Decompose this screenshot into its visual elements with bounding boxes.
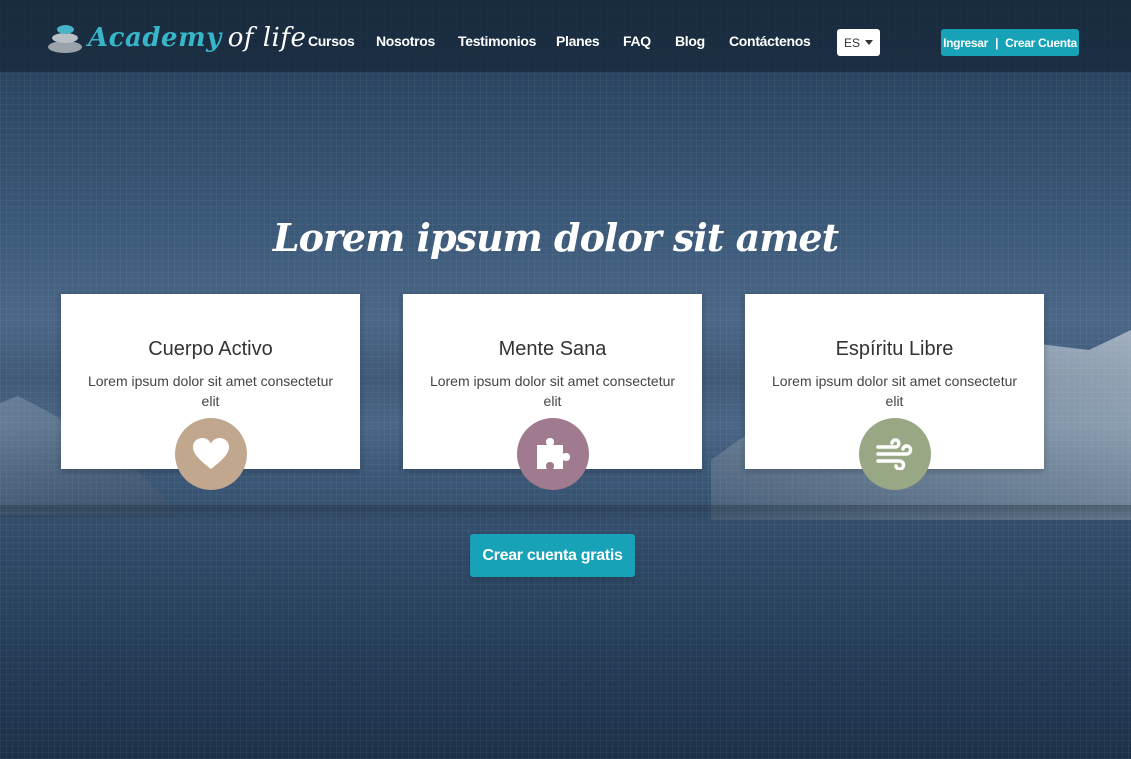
hero-title: Lorem ipsum dolor sit amet [272,215,839,261]
logo-text: Academy of life [88,23,306,53]
signup-link[interactable]: Crear Cuenta [1005,36,1077,50]
login-link[interactable]: Ingresar [943,36,988,50]
create-free-account-button[interactable]: Crear cuenta gratis [470,534,635,577]
puzzle-icon [517,418,589,490]
language-dropdown[interactable]: ES [837,29,880,56]
navbar: Academy of life Cursos Nosotros Testimoni… [0,0,1131,72]
nav-link-cursos[interactable]: Cursos [308,33,355,49]
stones-logo-icon [46,21,84,55]
auth-separator: | [995,35,999,50]
wind-icon [859,418,931,490]
logo-primary-text: Academy [88,23,222,53]
card-title: Mente Sana [498,338,607,360]
auth-button-group: Ingresar | Crear Cuenta [941,29,1079,56]
card-text: Lorem ipsum dolor sit amet consectetur e… [87,373,334,409]
nav-link-faq[interactable]: FAQ [623,33,651,49]
card-text: Lorem ipsum dolor sit amet consectetur e… [429,373,676,409]
logo-secondary-text: of life [227,23,307,53]
caret-down-icon [865,40,873,45]
logo[interactable]: Academy of life [46,20,306,56]
heart-icon [175,418,247,490]
nav-link-contactenos[interactable]: Contáctenos [729,33,811,49]
card-text: Lorem ipsum dolor sit amet consectetur e… [771,373,1018,409]
nav-link-planes[interactable]: Planes [556,33,600,49]
card-title: Espíritu Libre [835,338,954,360]
nav-link-blog[interactable]: Blog [675,33,705,49]
language-label: ES [843,35,860,50]
nav-link-testimonios[interactable]: Testimonios [458,33,536,49]
card-title: Cuerpo Activo [148,338,273,360]
nav-link-nosotros[interactable]: Nosotros [376,33,435,49]
